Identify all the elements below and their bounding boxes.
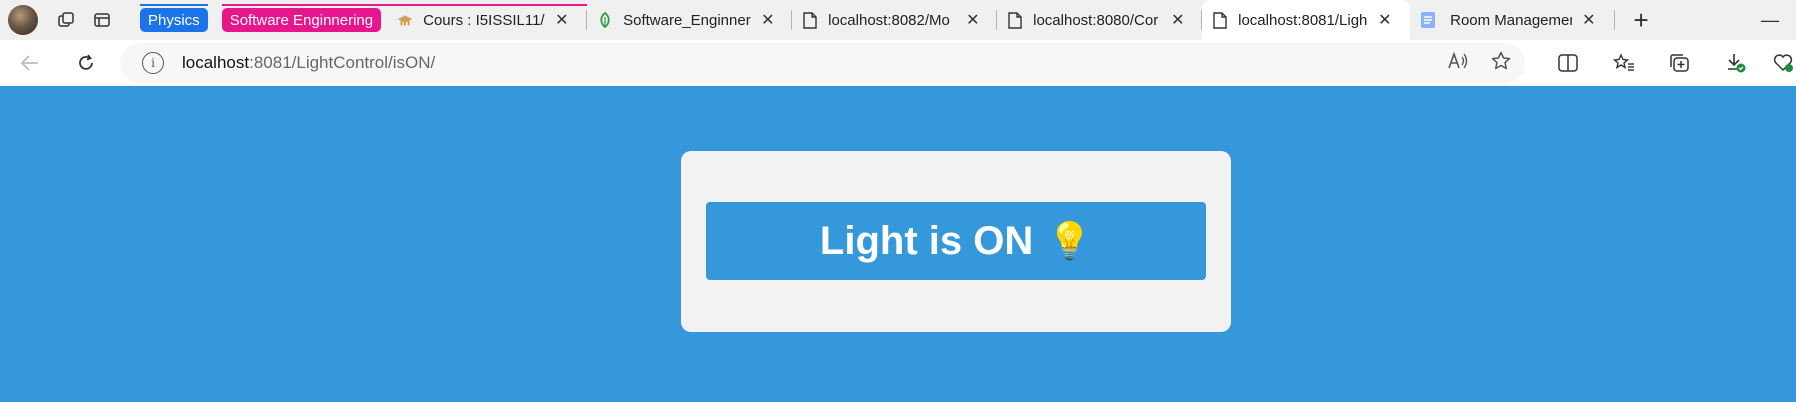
url-path: :8081/LightControl/isON/ (249, 53, 436, 72)
leaf-icon (597, 12, 613, 28)
light-status-button[interactable]: Light is ON 💡 (706, 202, 1206, 280)
downloads-icon[interactable] (1708, 52, 1764, 74)
close-icon[interactable]: ✕ (966, 10, 979, 30)
collections-icon[interactable] (1652, 53, 1708, 73)
url-text: localhost:8081/LightControl/isON/ (182, 53, 435, 73)
page-icon (1212, 11, 1228, 29)
favorites-icon[interactable] (1596, 53, 1652, 73)
tab-group-software-engineering[interactable]: Software Enginnering (221, 4, 587, 32)
browser-tab-strip: Physics Software Enginnering Cours : I5I… (0, 0, 1796, 40)
tab-title: localhost:8080/Cor (1033, 11, 1159, 29)
tab-title: localhost:8081/Ligh (1238, 11, 1368, 29)
url-host: localhost (182, 53, 250, 72)
close-icon[interactable]: ✕ (555, 10, 568, 30)
browser-toolbar: i localhost:8081/LightControl/isON/ (0, 40, 1796, 86)
minimize-icon[interactable]: — (1752, 2, 1788, 38)
doc-icon (1420, 12, 1436, 28)
close-icon[interactable]: ✕ (1171, 10, 1184, 30)
favorite-star-icon[interactable] (1491, 51, 1511, 76)
browser-essentials-icon[interactable] (1764, 53, 1796, 73)
tab-group-label: Software Enginnering (229, 11, 374, 29)
tab-cours[interactable]: Cours : I5ISSIL11/I5 ✕ (387, 0, 588, 40)
tab-localhost-8080[interactable]: localhost:8080/Cor ✕ (997, 0, 1203, 40)
new-tab-icon[interactable]: + (1623, 2, 1659, 38)
page-icon (802, 11, 818, 29)
url-bar[interactable]: i localhost:8081/LightControl/isON/ (120, 43, 1525, 83)
tab-localhost-8081-active[interactable]: localhost:8081/Ligh ✕ (1202, 0, 1411, 40)
light-status-card: Light is ON 💡 (681, 151, 1231, 332)
lightbulb-icon: 💡 (1047, 220, 1093, 261)
tab-software-engineer[interactable]: Software_Enginner ✕ (587, 0, 793, 40)
tab-title: localhost:8082/Mo (828, 11, 950, 29)
tab-group-label: Physics (148, 11, 200, 29)
back-icon[interactable] (10, 43, 50, 83)
refresh-icon[interactable] (66, 43, 106, 83)
tab-title: Room Managemen (1450, 11, 1573, 29)
tab-localhost-8082[interactable]: localhost:8082/Mo ✕ (792, 0, 998, 40)
close-icon[interactable]: ✕ (761, 10, 774, 30)
page-content: Light is ON 💡 (0, 86, 1796, 402)
close-icon[interactable]: ✕ (1378, 10, 1391, 30)
tab-group-physics[interactable]: Physics (140, 4, 208, 32)
close-icon[interactable]: ✕ (1582, 10, 1595, 30)
workspaces-icon[interactable] (48, 2, 84, 38)
split-screen-icon[interactable] (1540, 54, 1596, 72)
site-info-icon[interactable]: i (142, 52, 164, 74)
tab-actions-icon[interactable] (84, 2, 120, 38)
tab-title: Software_Enginner (623, 11, 751, 29)
tab-room-management[interactable]: Room Managemen ✕ (1410, 0, 1616, 40)
read-aloud-icon[interactable] (1447, 51, 1469, 76)
moodle-icon (397, 12, 413, 28)
light-status-label: Light is ON (819, 218, 1034, 263)
page-icon (1007, 11, 1023, 29)
tab-title: Cours : I5ISSIL11/I5 (423, 11, 546, 29)
profile-avatar[interactable] (8, 5, 38, 35)
